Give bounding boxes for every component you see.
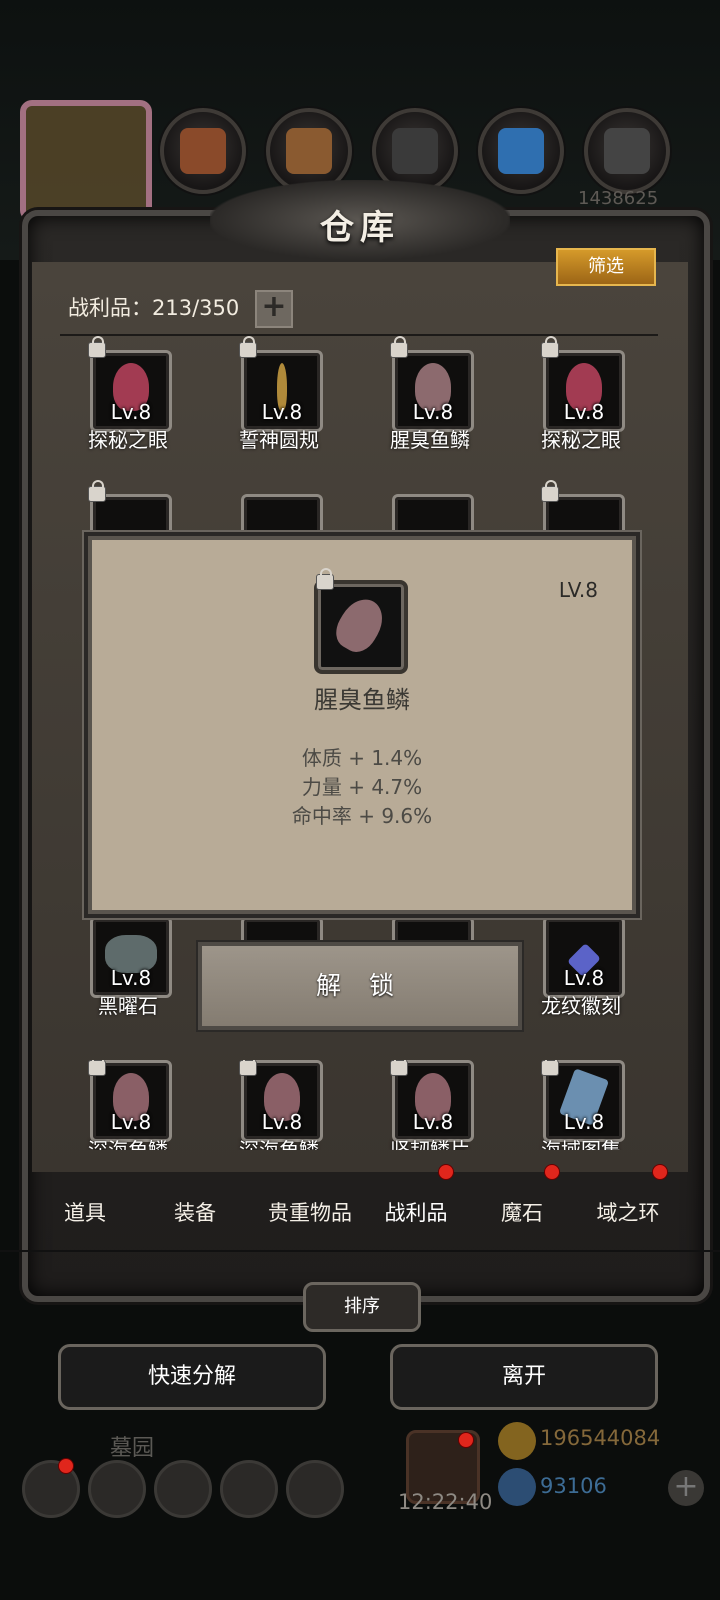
item-name: 深海角鳞 [88, 1138, 168, 1150]
popup-level: LV.8 [558, 578, 598, 602]
notification-badge [458, 1432, 474, 1448]
item-level: Lv.8 [412, 1110, 454, 1134]
item-name: 深海角鳞 [239, 1138, 319, 1150]
item-level: Lv.8 [563, 400, 605, 424]
filter-button[interactable]: 筛选 [556, 248, 656, 286]
inventory-item[interactable]: Lv.8 深海角鳞 [80, 1060, 176, 1150]
inventory-item[interactable]: Lv.8 誓神圆规 [231, 336, 327, 460]
inventory-item[interactable]: Lv.8 腥臭鱼鳞 [382, 336, 478, 460]
inventory-item[interactable]: Lv.8 坚韧鳞片 [382, 1060, 478, 1150]
category-tabs: 道具 装备 贵重物品 战利品 魔石 域之环 [40, 1164, 680, 1248]
unlock-button[interactable]: 解 锁 [198, 942, 522, 1030]
resource-iron-icon [584, 108, 670, 194]
fish-scale-icon [329, 591, 391, 659]
notification-badge [438, 1164, 454, 1180]
notification-badge [652, 1164, 668, 1180]
tab-loot[interactable]: 战利品 [366, 1178, 466, 1248]
inventory-item[interactable]: Lv.8 深海角鳞 [231, 1060, 327, 1150]
lock-icon [541, 336, 559, 358]
clock: 12:22:40 [398, 1490, 493, 1514]
divider [60, 334, 658, 336]
lock-icon [239, 1060, 257, 1076]
inventory-item[interactable]: Lv.8 黑曜石 [80, 916, 176, 1026]
diamond-icon [498, 1468, 536, 1506]
inventory-item[interactable]: Lv.8 龙纹徽刻 [533, 916, 629, 1026]
lock-icon [239, 336, 257, 358]
inventory-item[interactable]: Lv.8 探秘之眼 [80, 336, 176, 460]
leave-button[interactable]: 离开 [390, 1344, 658, 1410]
stat-line: 命中率 + 9.6% [291, 804, 433, 828]
lock-icon [88, 1060, 106, 1076]
loot-count: 战利品：213/350 [68, 296, 240, 320]
divider [0, 1250, 720, 1252]
location-label: 墓园 [110, 1436, 155, 1461]
diamond-amount: 93106 [540, 1474, 607, 1498]
lock-icon [541, 1060, 559, 1076]
gold-amount: 196544084 [540, 1426, 661, 1450]
item-name: 探秘之眼 [541, 428, 621, 452]
popup-item-name: 腥臭鱼鳞 [314, 686, 410, 714]
item-level: Lv.8 [563, 966, 605, 990]
gold-coin-icon [498, 1422, 536, 1460]
lock-icon [390, 1060, 408, 1076]
item-stats: 体质 + 1.4% 力量 + 4.7% 命中率 + 9.6% [92, 744, 632, 831]
item-name: 腥臭鱼鳞 [390, 428, 470, 452]
notification-badge [58, 1458, 74, 1474]
item-level: Lv.8 [261, 1110, 303, 1134]
item-name: 坚韧鳞片 [390, 1138, 470, 1150]
item-name: 誓神圆规 [239, 428, 319, 452]
star-icon[interactable] [88, 1460, 146, 1518]
item-level: Lv.8 [110, 1110, 152, 1134]
inventory-item[interactable]: Lv.8 探秘之眼 [533, 336, 629, 460]
mail-icon[interactable] [220, 1460, 278, 1518]
notification-badge [544, 1164, 560, 1180]
item-level: Lv.8 [110, 966, 152, 990]
expand-capacity-button[interactable]: + [255, 290, 293, 328]
item-level: Lv.8 [110, 400, 152, 424]
lock-icon [88, 480, 106, 502]
item-name: 黑曜石 [98, 994, 158, 1018]
item-level: Lv.8 [412, 400, 454, 424]
tab-magic-stones[interactable]: 魔石 [472, 1178, 572, 1248]
stat-line: 体质 + 1.4% [301, 746, 423, 770]
lock-icon [88, 336, 106, 358]
sort-button[interactable]: 排序 [303, 1282, 421, 1332]
tab-equipment[interactable]: 装备 [150, 1178, 240, 1248]
item-detail-popup: LV.8 腥臭鱼鳞 体质 + 1.4% 力量 + 4.7% 命中率 + 9.6% [88, 536, 636, 914]
lock-icon [390, 336, 408, 358]
guild-icon[interactable] [154, 1460, 212, 1518]
item-name: 龙纹徽刻 [541, 994, 621, 1018]
item-name: 海域图集 [541, 1138, 621, 1150]
tab-domain-rings[interactable]: 域之环 [576, 1178, 680, 1248]
item-name: 探秘之眼 [88, 428, 168, 452]
item-level: Lv.8 [261, 400, 303, 424]
lock-icon [541, 480, 559, 502]
quick-decompose-button[interactable]: 快速分解 [58, 1344, 326, 1410]
tab-valuables[interactable]: 贵重物品 [250, 1178, 370, 1248]
inventory-item[interactable]: Lv.8 海域图集 [533, 1060, 629, 1150]
page-title: 仓库 [320, 208, 400, 248]
item-level: Lv.8 [563, 1110, 605, 1134]
lock-icon [316, 568, 334, 590]
tab-items[interactable]: 道具 [40, 1178, 130, 1248]
map-icon[interactable] [286, 1460, 344, 1518]
stat-line: 力量 + 4.7% [301, 775, 423, 799]
add-diamond-button[interactable]: + [668, 1470, 704, 1506]
popup-item-slot [314, 568, 408, 674]
